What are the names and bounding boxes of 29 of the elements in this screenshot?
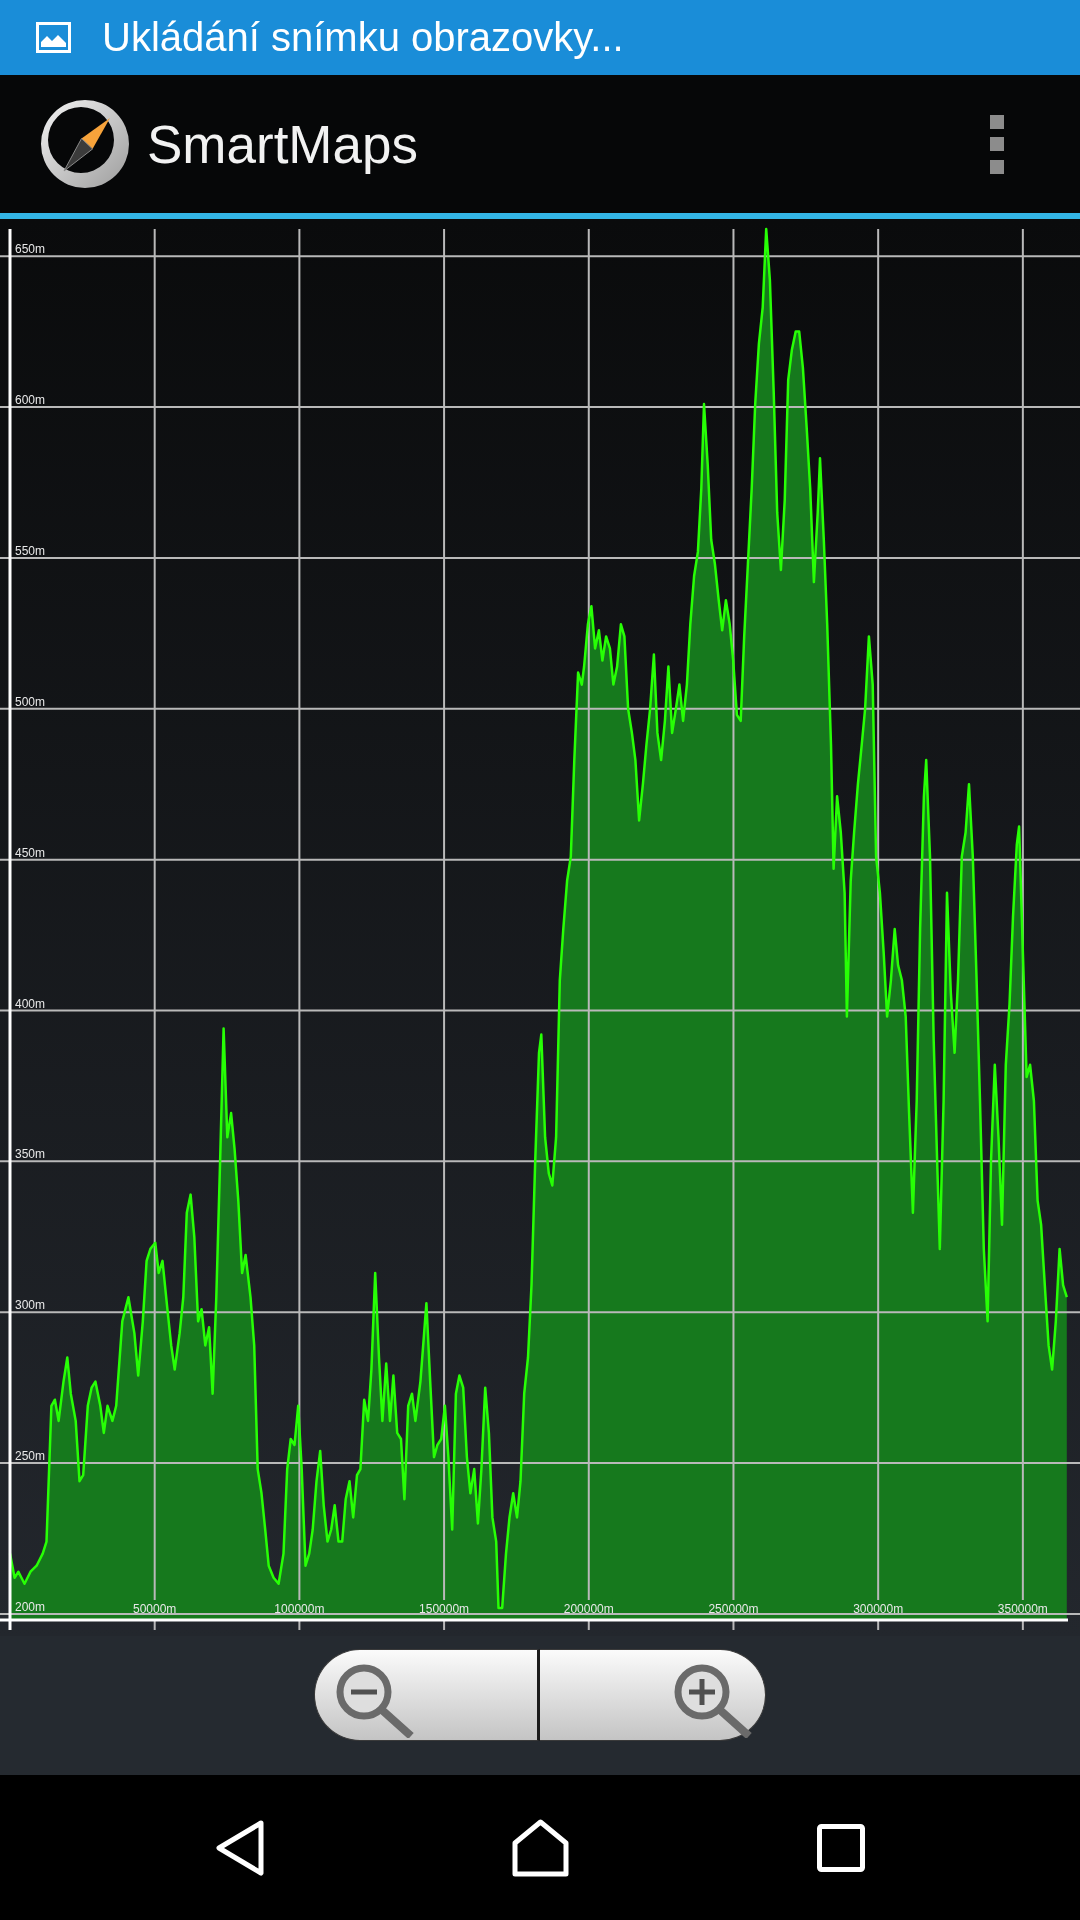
y-axis-label: 450m <box>15 845 46 860</box>
y-axis-label: 250m <box>15 1449 46 1464</box>
overflow-menu-icon[interactable] <box>990 114 1004 174</box>
recent-apps-icon[interactable] <box>816 1823 865 1872</box>
zoom-in-button[interactable] <box>540 1649 766 1741</box>
image-icon <box>36 22 71 53</box>
y-axis-label: 500m <box>15 694 46 709</box>
y-axis-label: 650m <box>15 242 46 257</box>
x-axis-label: 200000m <box>563 1602 614 1616</box>
compass-logo-icon <box>40 99 130 189</box>
x-axis-label: 100000m <box>274 1602 325 1616</box>
y-axis-label: 600m <box>15 393 46 408</box>
zoom-in-icon <box>673 1662 753 1738</box>
y-axis-label: 550m <box>15 543 46 558</box>
y-axis-label: 300m <box>15 1298 46 1313</box>
y-axis-label: 200m <box>15 1599 46 1614</box>
x-axis-label: 150000m <box>419 1602 470 1616</box>
app-title: SmartMaps <box>147 113 418 175</box>
y-axis-label: 400m <box>15 996 46 1011</box>
notification-text: Ukládání snímku obrazovky... <box>102 15 624 60</box>
x-axis-label: 350000m <box>997 1602 1048 1616</box>
home-icon[interactable] <box>511 1818 569 1877</box>
y-axis-label: 350m <box>15 1147 46 1162</box>
zoom-out-icon <box>335 1662 415 1738</box>
back-icon[interactable] <box>215 1819 264 1876</box>
x-axis-label: 300000m <box>853 1602 904 1616</box>
x-axis-label: 50000m <box>133 1602 177 1616</box>
x-axis-label: 250000m <box>708 1602 759 1616</box>
zoom-out-button[interactable] <box>314 1649 540 1741</box>
